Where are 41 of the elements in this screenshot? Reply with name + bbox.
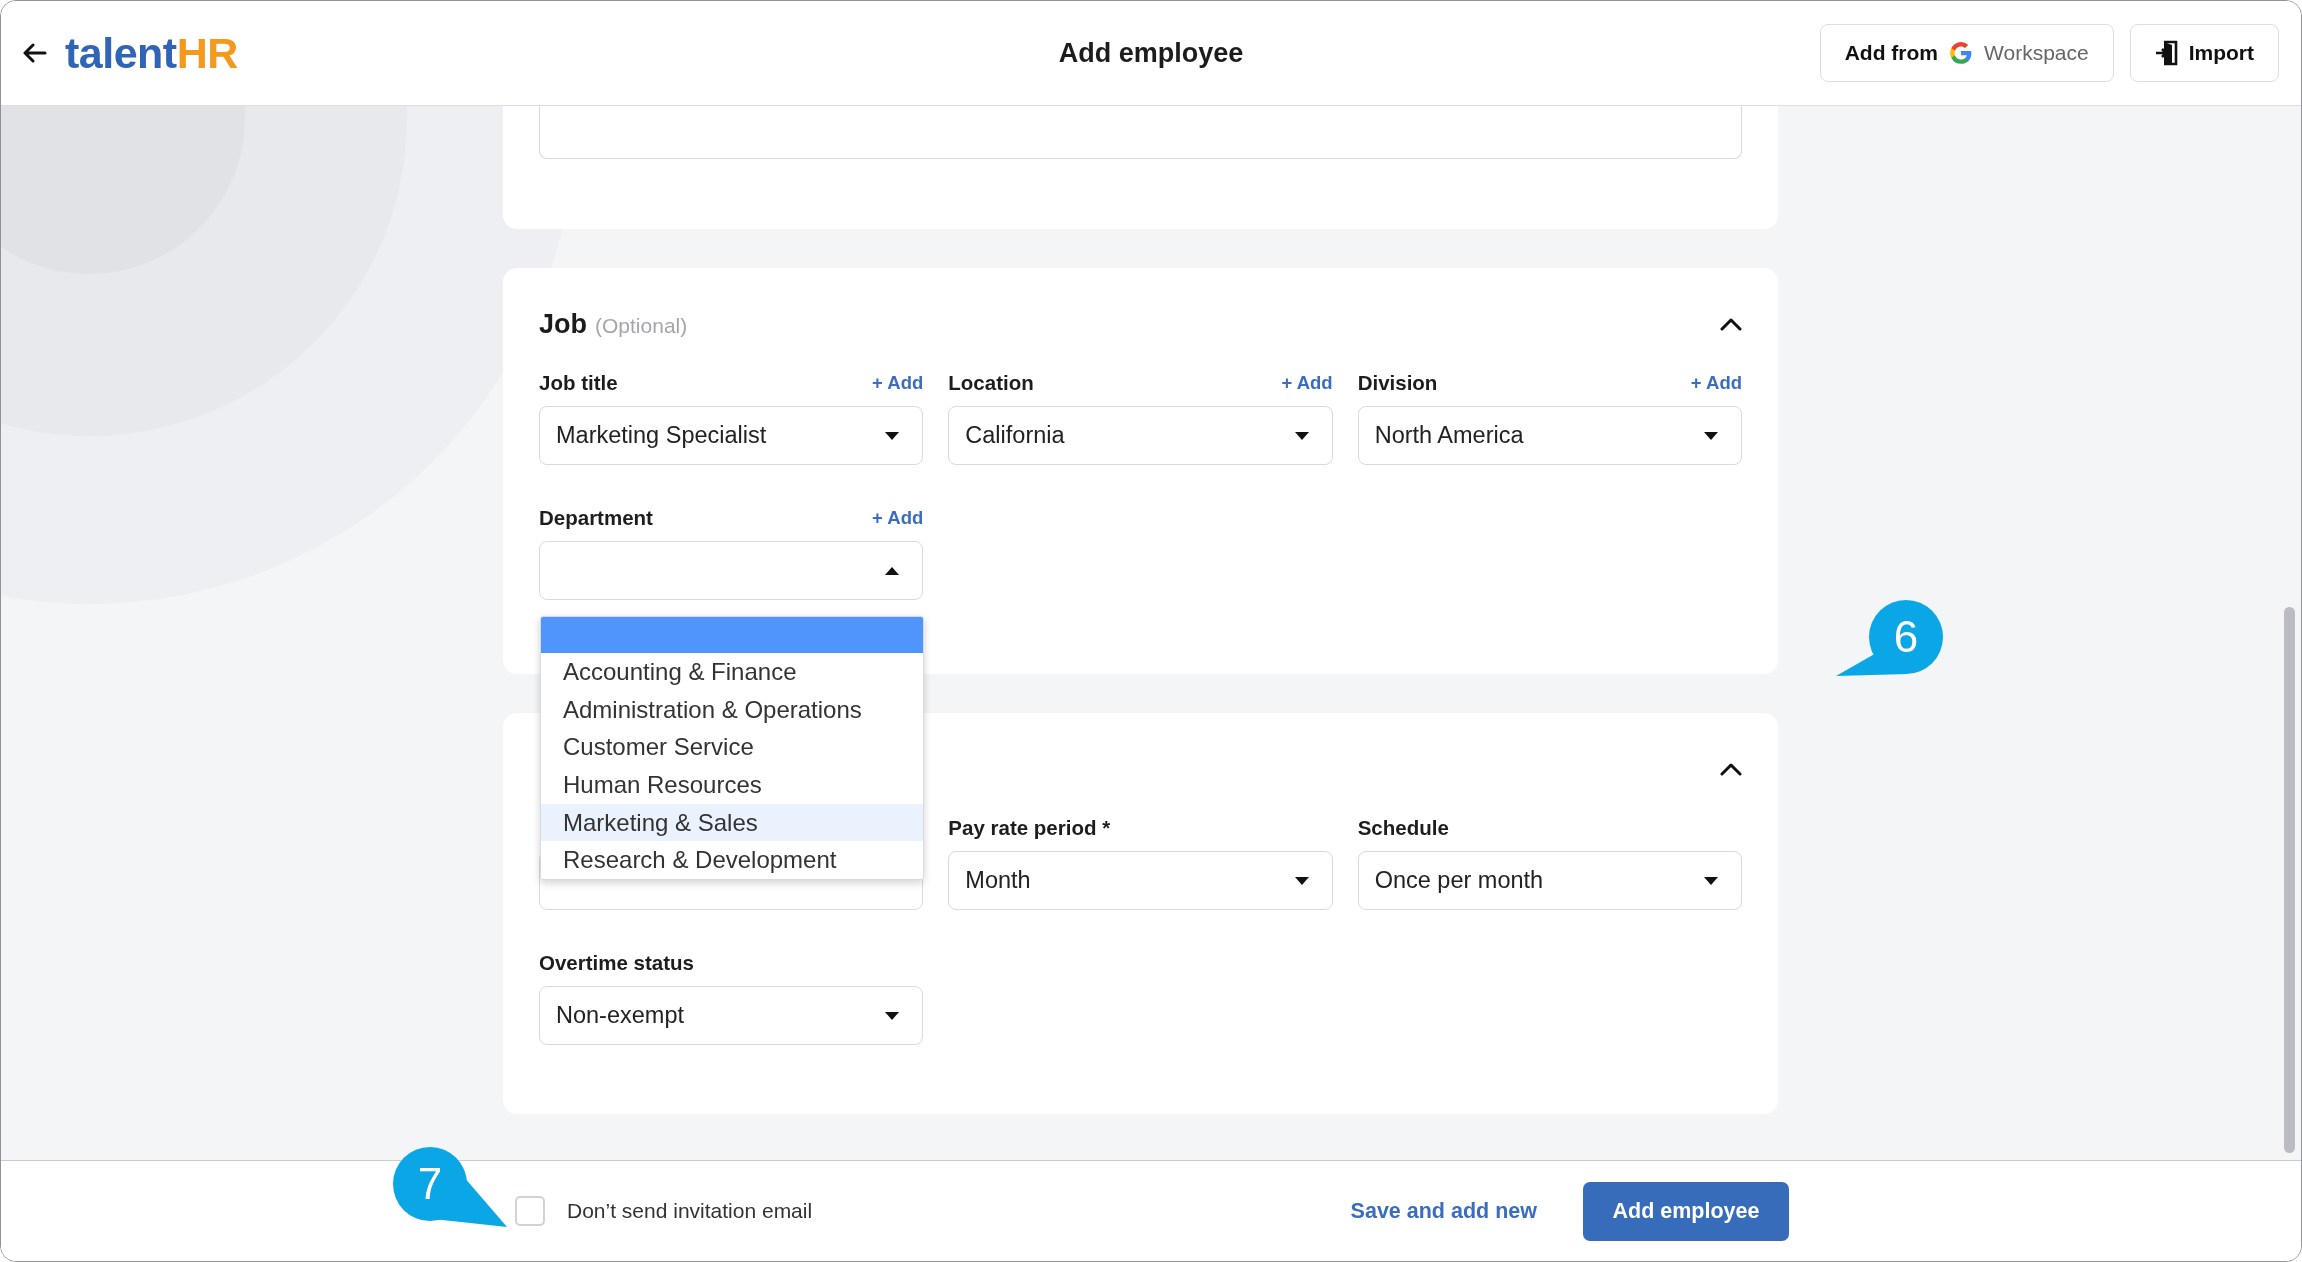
field-label: Schedule	[1357, 816, 1449, 840]
select-field[interactable]: Once per month	[1357, 851, 1742, 910]
add-link[interactable]: + Add	[872, 507, 924, 529]
field-label: Job title	[539, 371, 618, 395]
import-icon	[2154, 40, 2179, 66]
dropdown-option[interactable]: Customer Service	[541, 728, 923, 767]
add-link[interactable]: + Add	[1690, 372, 1742, 394]
add-link[interactable]: + Add	[872, 372, 924, 394]
add-employee-button[interactable]: Add employee	[1583, 1181, 1789, 1241]
checkbox[interactable]	[515, 1196, 545, 1226]
dropdown-option[interactable]: Marketing & Sales	[541, 803, 923, 842]
dropdown-option[interactable]: Research & Development	[541, 841, 923, 880]
dropdown-option[interactable]: Accounting & Finance	[541, 653, 923, 691]
scrollbar-thumb[interactable]	[2284, 607, 2295, 1153]
field-label: Overtime status	[539, 951, 694, 975]
field-label: Division	[1357, 371, 1438, 395]
field-label: Department	[539, 506, 653, 530]
chevron-up-icon[interactable]	[1720, 317, 1742, 331]
field-label: Pay rate period *	[948, 816, 1111, 840]
google-g-icon	[1948, 40, 1974, 66]
back-arrow-icon[interactable]	[23, 43, 47, 63]
import-button[interactable]: Import	[2129, 24, 2279, 82]
dropdown-option[interactable]: Human Resources	[541, 766, 923, 804]
chevron-up-icon[interactable]	[1720, 762, 1742, 776]
add-link[interactable]: + Add	[1281, 372, 1333, 394]
field-label: Location	[948, 371, 1034, 395]
checkbox-label: Don’t send invitation email	[567, 1199, 813, 1223]
select-field[interactable]: Non-exempt	[539, 986, 924, 1045]
select-field[interactable]: California	[948, 406, 1333, 465]
page-title: Add employee	[1058, 37, 1244, 68]
section-title: Job	[539, 308, 587, 339]
dropdown-option[interactable]: Administration & Operations	[541, 690, 923, 729]
dropdown-option[interactable]	[541, 617, 923, 653]
select-field[interactable]: North America	[1357, 406, 1742, 465]
save-and-add-new-link[interactable]: Save and add new	[1350, 1198, 1537, 1224]
select-field[interactable]: Marketing Specialist	[539, 406, 924, 465]
select-field[interactable]	[539, 541, 924, 600]
add-from-workspace-button[interactable]: Add from Workspace	[1819, 24, 2114, 82]
optional-hint: (Optional)	[595, 313, 688, 337]
talenthr-logo[interactable]: talentHR	[65, 28, 238, 78]
select-field[interactable]: Month	[948, 851, 1333, 910]
